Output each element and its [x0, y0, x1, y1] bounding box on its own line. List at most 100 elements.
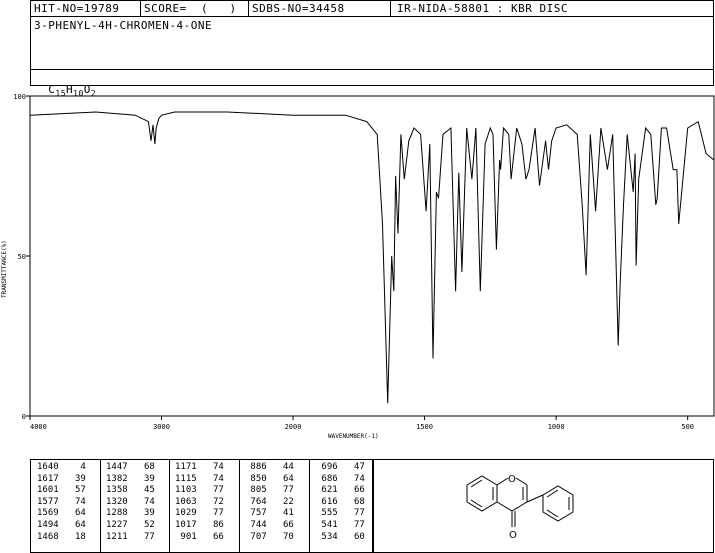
peak-row: 1288 39	[106, 508, 155, 520]
peak-row: 1577 74	[37, 497, 86, 509]
peak-row: 1017 86	[175, 520, 224, 532]
peak-transmittance: 77	[272, 485, 294, 496]
peak-transmittance: 4	[64, 462, 86, 472]
y-tick-label: 50	[18, 253, 26, 261]
peak-wavenumber: 757	[245, 508, 267, 519]
peak-wavenumber: 686	[316, 473, 338, 484]
peak-wavenumber: 555	[316, 508, 338, 519]
peak-transmittance: 77	[202, 508, 224, 519]
peak-transmittance: 86	[202, 519, 224, 530]
peak-row: 901 66	[175, 531, 224, 544]
peak-transmittance: 64	[64, 519, 86, 530]
peak-transmittance: 77	[343, 508, 365, 519]
peak-wavenumber: 1601	[37, 485, 59, 496]
peak-transmittance: 74	[343, 473, 365, 484]
peak-row: 764 22	[245, 496, 294, 509]
peak-wavenumber: 1569	[37, 508, 59, 519]
peak-wavenumber: 616	[316, 496, 338, 507]
x-tick-label: 2000	[285, 423, 302, 431]
peak-row: 1063 72	[175, 497, 224, 509]
table-divider-3	[239, 459, 240, 553]
peak-wavenumber: 1211	[106, 531, 128, 542]
peak-transmittance: 74	[202, 462, 224, 472]
ir-method: IR-NIDA-58801 : KBR DISC	[397, 2, 568, 15]
peak-wavenumber: 1382	[106, 473, 128, 484]
chemical-structure: O O	[466, 474, 574, 541]
peak-transmittance: 41	[272, 508, 294, 519]
peak-wavenumber: 764	[245, 496, 267, 507]
peak-row: 1640 4	[37, 462, 86, 474]
peak-row: 1320 74	[106, 497, 155, 509]
peak-row: 534 60	[316, 531, 365, 544]
peak-wavenumber: 534	[316, 531, 338, 542]
peak-row: 621 66	[316, 485, 365, 497]
header-divider-1	[140, 0, 141, 17]
peak-transmittance: 74	[64, 496, 86, 507]
peak-transmittance: 60	[343, 531, 365, 542]
peak-wavenumber: 621	[316, 485, 338, 496]
y-tick-label: 100	[13, 93, 26, 101]
peak-transmittance: 64	[272, 473, 294, 484]
peak-wavenumber: 707	[245, 531, 267, 542]
table-divider-2	[169, 459, 170, 553]
peak-transmittance: 66	[343, 485, 365, 496]
peak-wavenumber: 901	[175, 531, 197, 542]
peak-row: 555 77	[316, 508, 365, 520]
peak-wavenumber: 1288	[106, 508, 128, 519]
formula-row	[30, 69, 714, 86]
peak-row: 1447 68	[106, 462, 155, 474]
compound-name: 3-PHENYL-4H-CHROMEN-4-ONE	[34, 19, 213, 32]
peak-row: 1601 57	[37, 485, 86, 497]
peak-row: 1468 18	[37, 532, 86, 544]
peak-transmittance: 39	[64, 473, 86, 484]
peak-row: 686 74	[316, 473, 365, 486]
peak-transmittance: 64	[64, 508, 86, 519]
peak-wavenumber: 1447	[106, 462, 128, 472]
peak-transmittance: 18	[64, 531, 86, 542]
peak-row: 1115 74	[175, 474, 224, 486]
peak-transmittance: 72	[202, 496, 224, 507]
peak-wavenumber: 1320	[106, 496, 128, 507]
peak-column-5: 696 47 686 74 621 66 616 68 555 77 541 7…	[316, 462, 365, 544]
peak-transmittance: 22	[272, 496, 294, 507]
peak-column-3: 1171 74 1115 74 1103 77 1063 72 1029 77 1017 …	[175, 462, 224, 543]
peak-wavenumber: 1640	[37, 462, 59, 472]
peak-row: 1029 77	[175, 508, 224, 520]
peak-wavenumber: 1494	[37, 519, 59, 530]
x-tick-label: 4000	[30, 423, 47, 431]
peak-transmittance: 74	[202, 473, 224, 484]
peak-row: 1103 77	[175, 485, 224, 497]
spectrum-line	[29, 111, 715, 404]
peak-transmittance: 45	[133, 485, 155, 496]
peak-transmittance: 66	[202, 531, 224, 542]
peak-transmittance: 77	[133, 531, 155, 542]
peak-wavenumber: 696	[316, 462, 338, 472]
peak-wavenumber: 1029	[175, 508, 197, 519]
table-divider-1	[100, 459, 101, 553]
peak-transmittance: 66	[272, 519, 294, 530]
peak-transmittance: 57	[64, 485, 86, 496]
peak-wavenumber: 1103	[175, 485, 197, 496]
x-tick-label: 3000	[153, 423, 170, 431]
peak-wavenumber: 1617	[37, 473, 59, 484]
peak-row: 1227 52	[106, 520, 155, 532]
peak-wavenumber: 1227	[106, 519, 128, 530]
peak-row: 1569 64	[37, 508, 86, 520]
peak-wavenumber: 1577	[37, 496, 59, 507]
peak-column-1: 1640 4 1617 39 1601 57 1577 74 1569 64 1494 6…	[37, 462, 86, 543]
peak-wavenumber: 805	[245, 485, 267, 496]
header-row	[30, 0, 714, 17]
peak-transmittance: 77	[343, 519, 365, 530]
peak-transmittance: 39	[133, 508, 155, 519]
peak-wavenumber: 541	[316, 519, 338, 530]
peak-row: 696 47	[316, 462, 364, 474]
x-tick-label: 1500	[416, 423, 433, 431]
peak-row: 1358 45	[106, 485, 155, 497]
peak-transmittance: 77	[202, 485, 224, 496]
peak-transmittance: 74	[133, 496, 155, 507]
header-divider-3	[390, 0, 391, 17]
peak-wavenumber: 1468	[37, 531, 59, 542]
peak-wavenumber: 1358	[106, 485, 128, 496]
peak-wavenumber: 1171	[175, 462, 197, 472]
ring-oxygen-label: O	[508, 474, 516, 485]
